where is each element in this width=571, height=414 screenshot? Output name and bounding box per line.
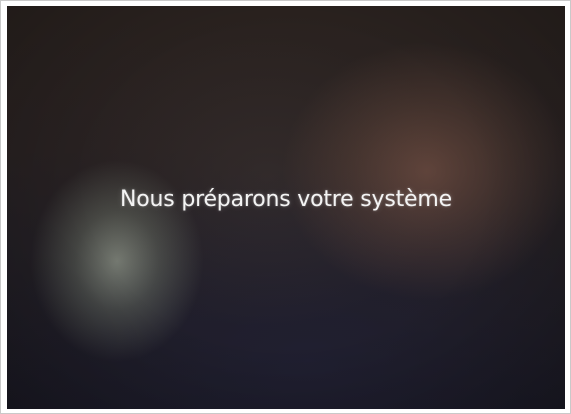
photo-frame: Nous préparons votre système <box>0 0 571 414</box>
boot-screen: Nous préparons votre système <box>7 6 565 409</box>
status-message: Nous préparons votre système <box>120 187 452 212</box>
